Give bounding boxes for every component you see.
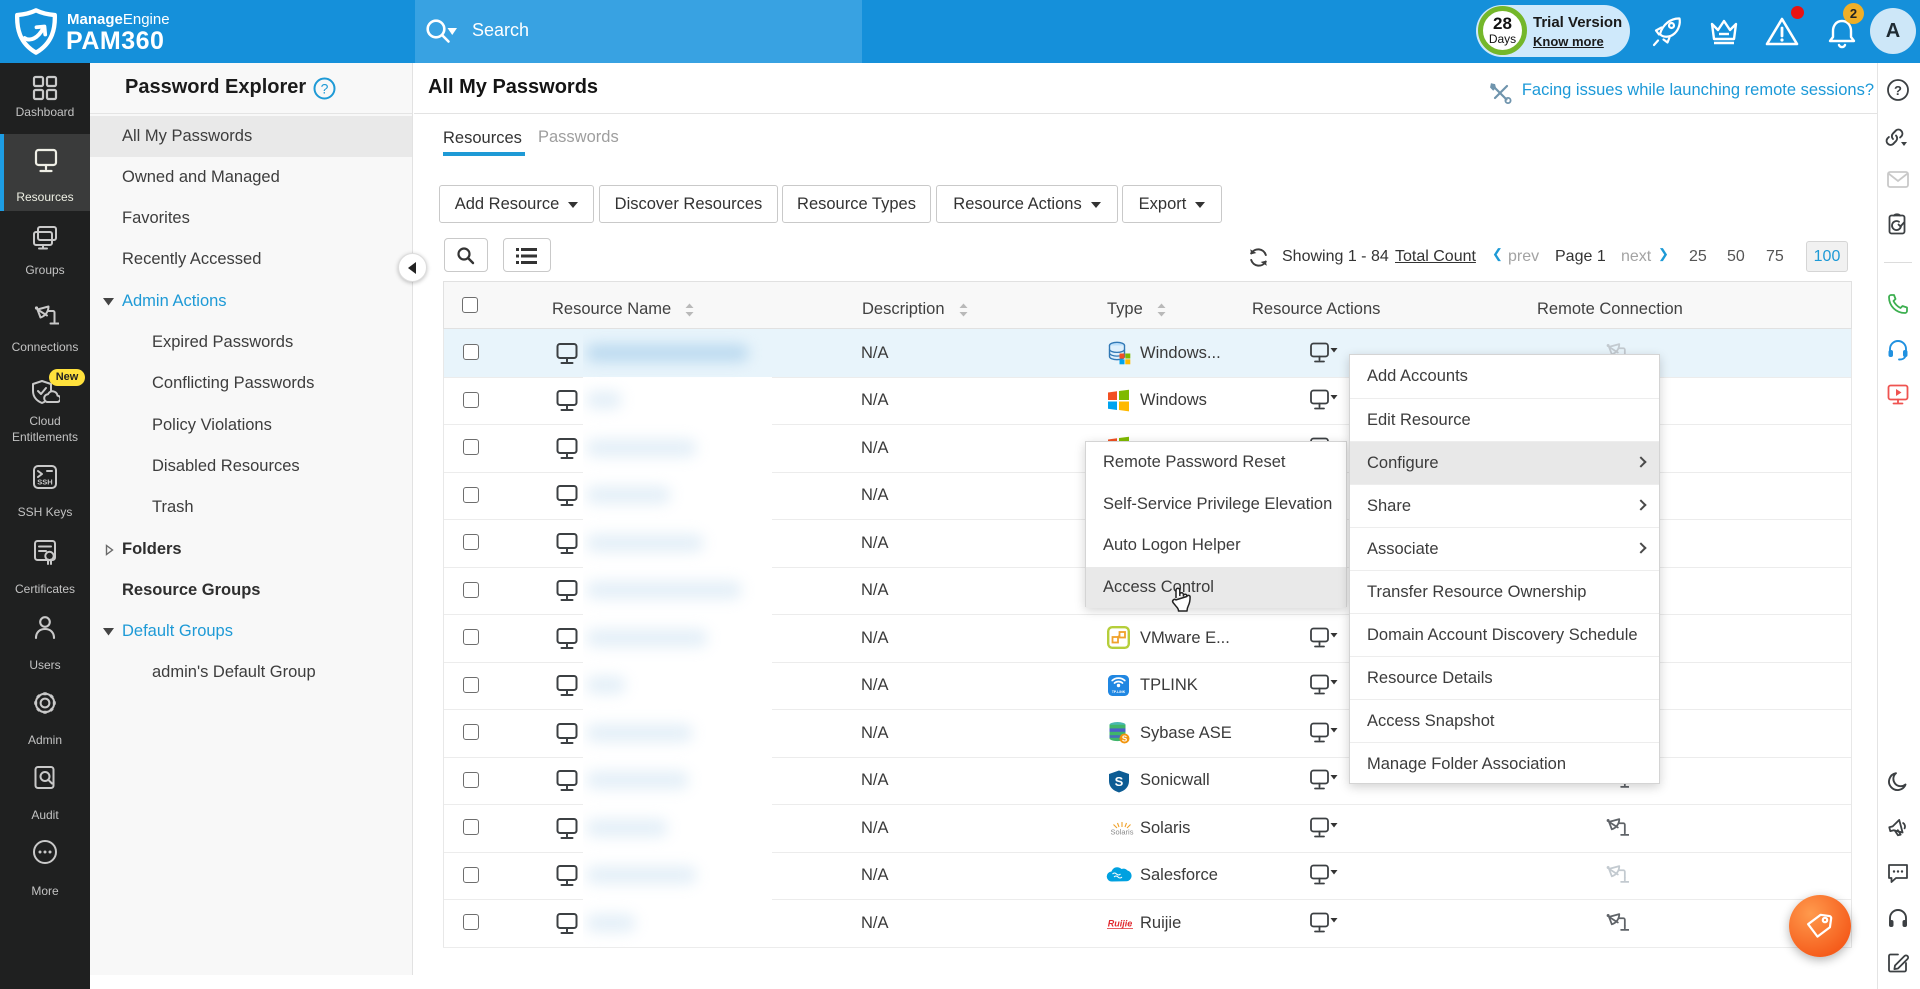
svg-text:Ruijie: Ruijie: [1108, 919, 1133, 929]
svg-text:?: ?: [321, 81, 329, 97]
svg-text:S: S: [1122, 735, 1128, 744]
svg-text:S: S: [1115, 774, 1124, 789]
svg-text:Solaris: Solaris: [1111, 828, 1134, 837]
svg-text:TP-LINK: TP-LINK: [1112, 690, 1126, 694]
svg-text:?: ?: [1894, 83, 1902, 98]
svg-text:SSH: SSH: [37, 478, 52, 487]
